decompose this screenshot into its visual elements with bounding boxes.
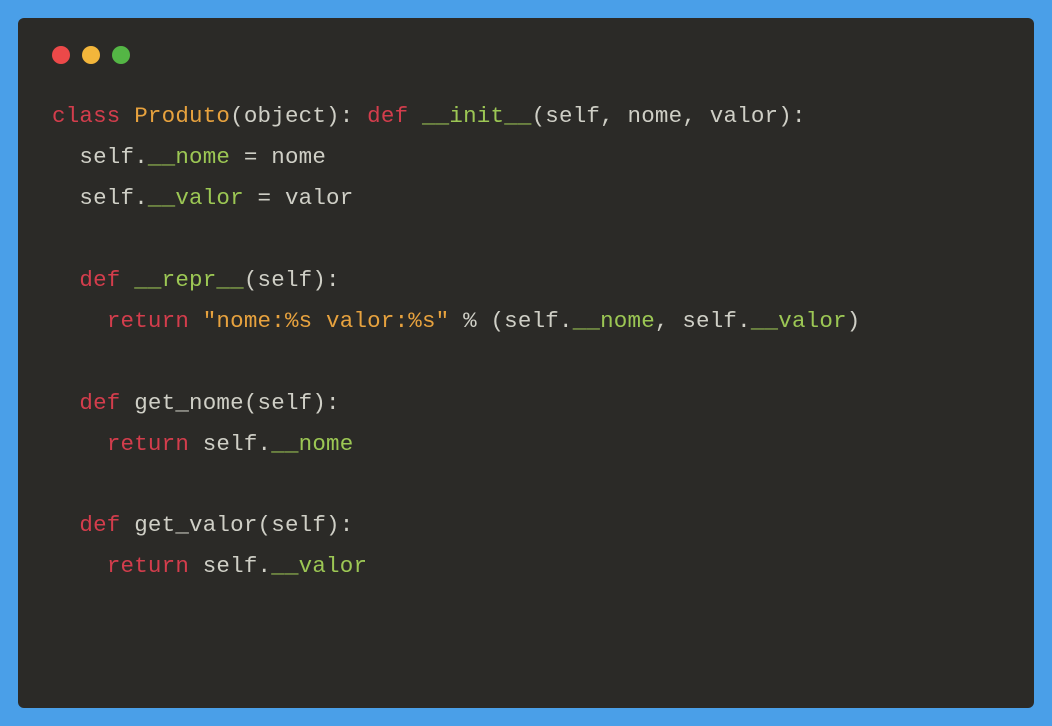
code-text: self. (189, 431, 271, 457)
attr-nome: __nome (573, 308, 655, 334)
keyword-class: class (52, 103, 121, 129)
code-text (52, 390, 79, 416)
code-text: get_nome(self): (121, 390, 340, 416)
keyword-def: def (79, 512, 120, 538)
code-text: get_valor(self): (121, 512, 354, 538)
code-editor-window: class Produto(object): def __init__(self… (18, 18, 1034, 708)
class-name: Produto (134, 103, 230, 129)
maximize-icon[interactable] (112, 46, 130, 64)
code-text: self. (52, 144, 148, 170)
code-text: (self, nome, valor): (532, 103, 806, 129)
keyword-return: return (107, 553, 189, 579)
minimize-icon[interactable] (82, 46, 100, 64)
keyword-return: return (107, 308, 189, 334)
code-text: = valor (244, 185, 354, 211)
code-text (52, 431, 107, 457)
code-text (121, 267, 135, 293)
code-line: def get_valor(self): (52, 512, 353, 538)
code-line: return "nome:%s valor:%s" % (self.__nome… (52, 308, 860, 334)
code-line: return self.__valor (52, 553, 367, 579)
string-literal: "nome:%s valor:%s" (203, 308, 450, 334)
code-text (408, 103, 422, 129)
code-line: return self.__nome (52, 431, 353, 457)
code-text: , self. (655, 308, 751, 334)
code-text: = nome (230, 144, 326, 170)
close-icon[interactable] (52, 46, 70, 64)
keyword-def: def (367, 103, 408, 129)
attr-valor: __valor (148, 185, 244, 211)
keyword-return: return (107, 431, 189, 457)
code-text: (self): (244, 267, 340, 293)
code-text: self. (52, 185, 148, 211)
code-text (52, 512, 79, 538)
code-text (52, 553, 107, 579)
attr-valor: __valor (751, 308, 847, 334)
code-line: self.__nome = nome (52, 144, 326, 170)
attr-valor: __valor (271, 553, 367, 579)
attr-nome: __nome (148, 144, 230, 170)
code-text: self. (189, 553, 271, 579)
code-line: self.__valor = valor (52, 185, 353, 211)
code-block: class Produto(object): def __init__(self… (52, 96, 1000, 587)
code-text: (object): (230, 103, 367, 129)
attr-nome: __nome (271, 431, 353, 457)
keyword-def: def (79, 267, 120, 293)
code-text: % (self. (449, 308, 572, 334)
code-line: def __repr__(self): (52, 267, 340, 293)
code-line: class Produto(object): def __init__(self… (52, 103, 806, 129)
dunder-repr: __repr__ (134, 267, 244, 293)
code-text: ) (847, 308, 861, 334)
dunder-init: __init__ (422, 103, 532, 129)
code-text (52, 267, 79, 293)
window-controls (52, 46, 1000, 64)
code-line: def get_nome(self): (52, 390, 340, 416)
code-text (52, 308, 107, 334)
code-text (189, 308, 203, 334)
keyword-def: def (79, 390, 120, 416)
